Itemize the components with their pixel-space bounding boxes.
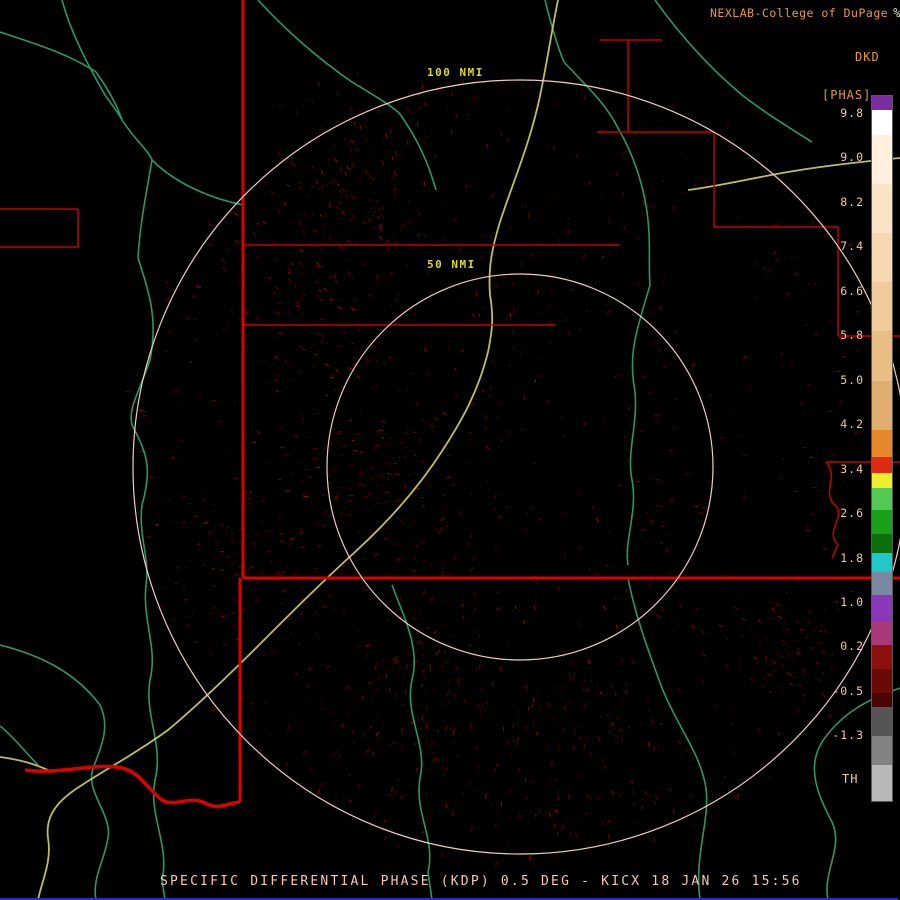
state-border-lines xyxy=(25,0,900,806)
range-ring-label-100nmi: 100 NMI xyxy=(424,65,487,80)
color-scale-segment xyxy=(872,110,892,134)
road-lines-secondary xyxy=(0,0,900,900)
color-scale-tick: 0.2 xyxy=(840,640,864,652)
product-caption: SPECIFIC DIFFERENTIAL PHASE (KDP) 0.5 DE… xyxy=(160,874,802,889)
cod-logo-icon: % xyxy=(893,6,900,20)
color-scale-segment xyxy=(872,457,892,473)
color-scale-tick: -1.3 xyxy=(832,729,864,741)
color-scale-segment xyxy=(872,510,892,534)
color-scale-segment xyxy=(872,381,892,430)
color-scale-tick: 5.0 xyxy=(840,374,864,386)
color-scale-segment xyxy=(872,572,892,594)
county-border-lines xyxy=(0,40,900,558)
color-scale-gradient xyxy=(871,95,893,802)
color-scale-segment xyxy=(872,488,892,510)
color-scale-segment xyxy=(872,707,892,736)
color-scale-tick: 5.8 xyxy=(840,329,864,341)
road-lines-primary xyxy=(0,0,900,900)
color-scale-segment xyxy=(872,184,892,233)
range-ring-label-50nmi: 50 NMI xyxy=(424,257,479,272)
product-code-label: DKD xyxy=(855,50,880,64)
color-scale-segment xyxy=(872,534,892,553)
source-attribution-text: NEXLAB-College of DuPage xyxy=(710,6,888,20)
radar-display: 100 NMI 50 NMI NEXLAB-College of DuPage … xyxy=(0,0,900,900)
color-scale-tick: 3.4 xyxy=(840,463,864,475)
color-scale-segment xyxy=(872,282,892,331)
color-scale-segment xyxy=(872,233,892,282)
color-scale-tick: 8.2 xyxy=(840,196,864,208)
color-scale-segment xyxy=(872,553,892,572)
color-scale-tick: 1.0 xyxy=(840,596,864,608)
range-ring-outer xyxy=(133,80,900,854)
color-scale-segment xyxy=(872,645,892,669)
color-scale-tick: -0.5 xyxy=(832,685,864,697)
color-scale-segment xyxy=(872,135,892,184)
range-rings xyxy=(133,80,900,854)
source-attribution: NEXLAB-College of DuPage % xyxy=(710,6,900,20)
color-scale-segment xyxy=(872,96,892,110)
units-label: [PHAS] xyxy=(822,88,871,102)
color-scale-segment xyxy=(872,736,892,765)
map-svg xyxy=(0,0,900,900)
color-scale-tick: 1.8 xyxy=(840,552,864,564)
color-scale-tick: 4.2 xyxy=(840,418,864,430)
threshold-label: TH xyxy=(842,772,858,786)
color-scale-segment xyxy=(872,621,892,645)
color-scale-tick: 6.6 xyxy=(840,285,864,297)
color-scale-segment xyxy=(872,331,892,380)
color-scale-segment xyxy=(872,693,892,707)
color-scale-tick: 9.8 xyxy=(840,107,864,119)
color-scale-tick: 9.0 xyxy=(840,151,864,163)
color-scale-tick: 7.4 xyxy=(840,240,864,252)
color-scale-tick: 2.6 xyxy=(840,507,864,519)
color-scale-segment xyxy=(872,473,892,487)
color-scale-segment xyxy=(872,595,892,621)
range-ring-inner xyxy=(327,274,713,660)
color-scale-segment xyxy=(872,669,892,693)
radar-echo-speckles xyxy=(125,72,863,866)
color-scale-segment xyxy=(872,765,892,801)
color-scale-segment xyxy=(872,430,892,457)
